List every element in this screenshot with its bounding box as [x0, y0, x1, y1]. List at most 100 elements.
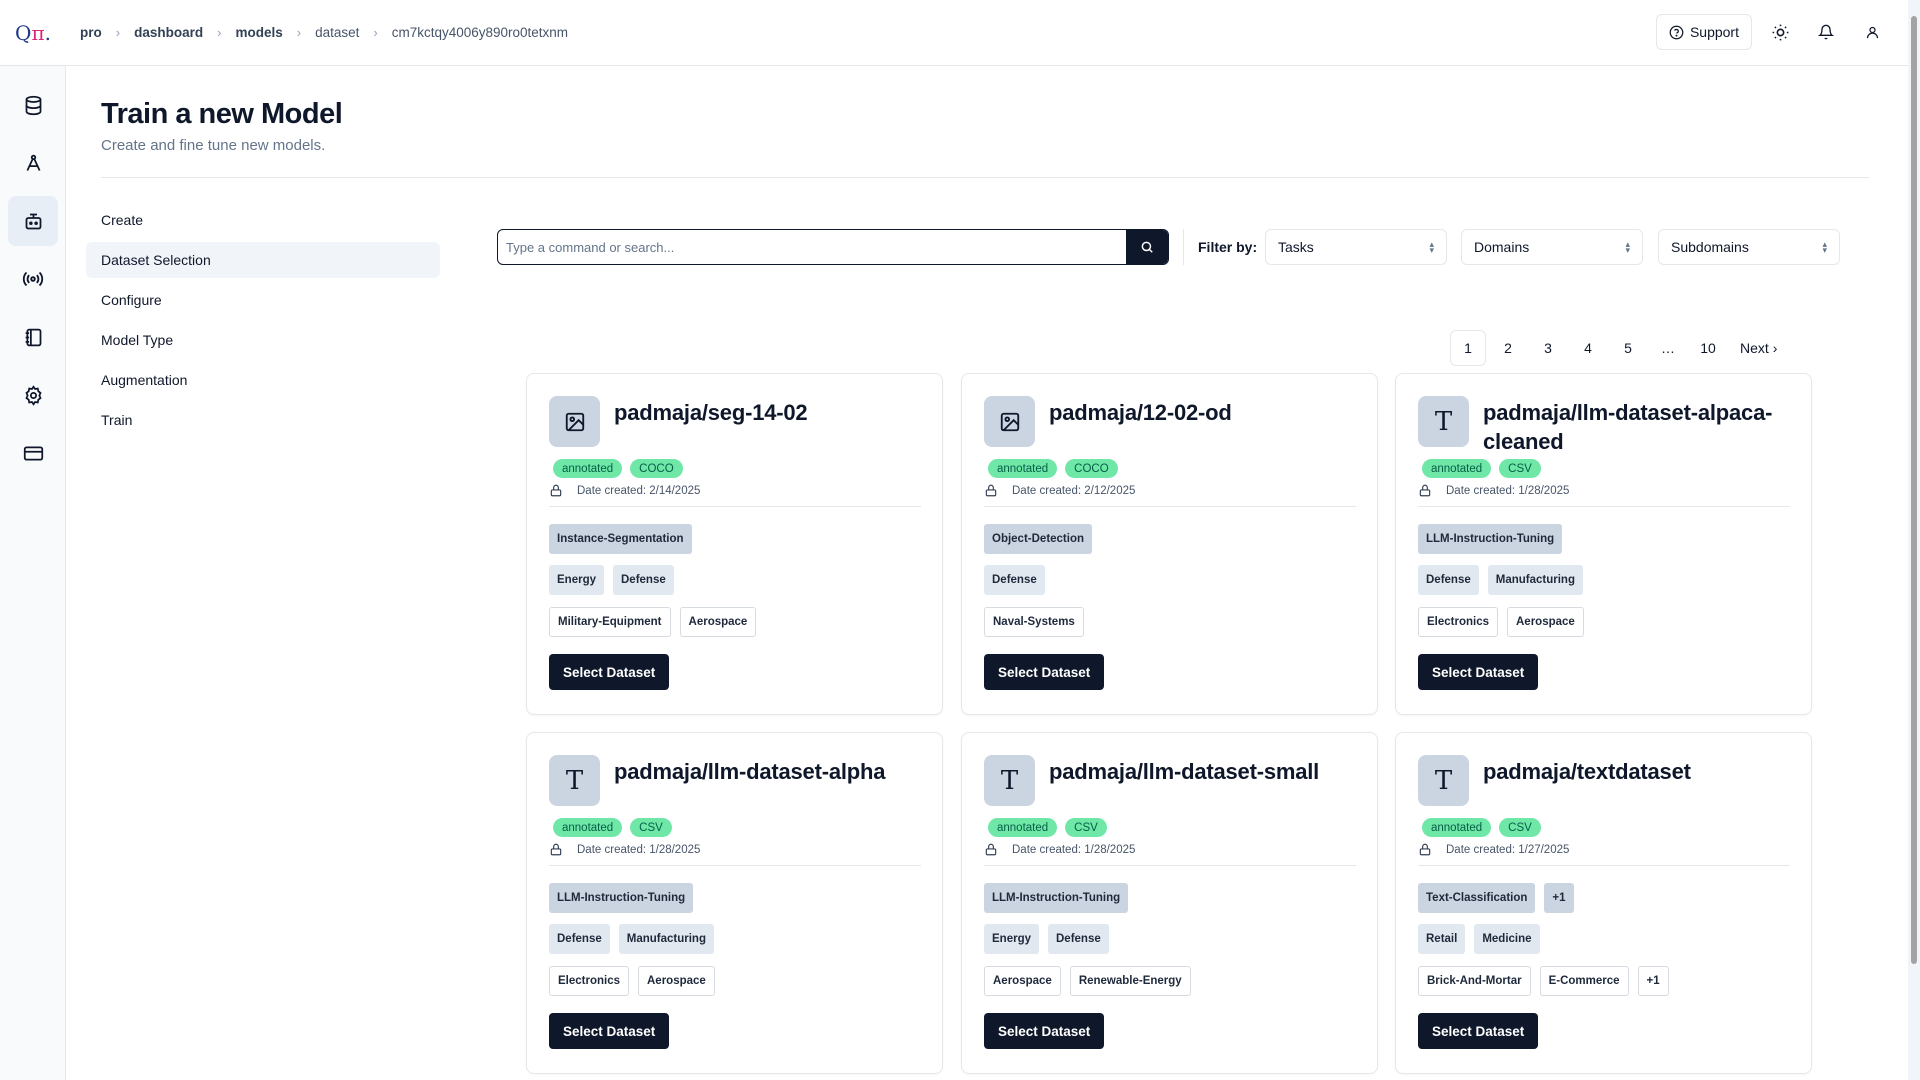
app-logo[interactable]: Qπ.: [0, 0, 66, 66]
subdomains-row: Electronics Aerospace: [549, 966, 715, 996]
lock-icon: [1419, 843, 1431, 856]
subdomain-tag: Aerospace: [1507, 607, 1584, 637]
select-dataset-button[interactable]: Select Dataset: [984, 654, 1105, 690]
domains-row: Energy Defense: [549, 565, 674, 595]
rail-billing[interactable]: [8, 428, 58, 478]
breadcrumb-dashboard[interactable]: dashboard: [134, 25, 203, 40]
page-2[interactable]: 2: [1490, 330, 1526, 366]
page-subtitle: Create and fine tune new models.: [101, 137, 326, 154]
image-icon: [1000, 412, 1019, 431]
card-divider: [1418, 506, 1790, 507]
domain-tag: Manufacturing: [1487, 565, 1583, 595]
domains-row: Defense Manufacturing: [549, 924, 714, 954]
page-5[interactable]: 5: [1610, 330, 1646, 366]
select-dataset-button[interactable]: Select Dataset: [549, 654, 670, 690]
rail-notebooks[interactable]: [8, 312, 58, 362]
dataset-title: padmaja/seg-14-02: [614, 400, 808, 425]
domain-tag: Manufacturing: [618, 924, 714, 954]
theme-toggle-button[interactable]: [1762, 14, 1798, 50]
help-circle-icon: [1669, 25, 1684, 39]
task-tag: Text-Classification: [1418, 883, 1536, 913]
page-10[interactable]: 10: [1690, 330, 1726, 366]
search-input[interactable]: [498, 230, 1126, 264]
lock-icon: [985, 484, 997, 497]
step-configure[interactable]: Configure: [86, 282, 440, 318]
tasks-row: Object-Detection: [984, 524, 1093, 554]
status-badge: CSV: [630, 818, 672, 837]
subdomain-tag: E-Commerce: [1539, 966, 1629, 996]
domains-select[interactable]: Domains ▴ ▾: [1461, 229, 1643, 265]
gear-icon: [24, 384, 42, 406]
date-created: Date created: 1/28/2025: [577, 843, 701, 856]
dataset-type-text: T: [549, 755, 600, 806]
status-badge: annotated: [1422, 459, 1492, 478]
domains-row: Defense: [984, 565, 1045, 595]
subdomain-tag: Aerospace: [638, 966, 715, 996]
dataset-title: padmaja/llm-dataset-small: [1049, 759, 1320, 784]
filter-label: Filter by:: [1198, 239, 1258, 255]
domain-tag: Defense: [984, 565, 1045, 595]
subdomains-select[interactable]: Subdomains ▴ ▾: [1658, 229, 1840, 265]
step-model-type[interactable]: Model Type: [86, 322, 440, 358]
status-badge: COCO: [630, 459, 683, 478]
dataset-title: padmaja/12-02-od: [1049, 400, 1232, 425]
step-dataset-selection[interactable]: Dataset Selection: [86, 242, 440, 278]
support-button[interactable]: Support: [1655, 14, 1752, 50]
dataset-card: Tpadmaja/textdataset annotated CSV Date cre…: [1395, 732, 1812, 1074]
rail-settings[interactable]: [8, 370, 58, 420]
breadcrumb-pro[interactable]: pro: [80, 25, 102, 40]
user-menu-button[interactable]: [1854, 14, 1890, 50]
dataset-type-text: T: [984, 755, 1035, 806]
text-icon: T: [1000, 765, 1019, 796]
dataset-type-image: [549, 396, 600, 447]
scrollbar-thumb[interactable]: [1911, 16, 1917, 964]
page-4[interactable]: 4: [1570, 330, 1606, 366]
status-badge: CSV: [1499, 459, 1541, 478]
date-created: Date created: 1/28/2025: [1012, 843, 1136, 856]
rail-models[interactable]: [8, 196, 58, 246]
step-create[interactable]: Create: [86, 202, 440, 238]
pagination: 1 2 3 4 5 … 10 Next ›: [1450, 330, 1787, 366]
domain-tag: Defense: [1418, 565, 1479, 595]
subdomain-tag: Naval-Systems: [984, 607, 1084, 637]
card-divider: [984, 506, 1356, 507]
status-badge: annotated: [553, 459, 623, 478]
wizard-steps: Create Dataset Selection Configure Model…: [86, 202, 440, 442]
breadcrumb-models[interactable]: models: [235, 25, 282, 40]
select-dataset-button[interactable]: Select Dataset: [1418, 654, 1539, 690]
dataset-card: Tpadmaja/llm-dataset-alpha annotated CSV Da…: [526, 732, 943, 1074]
status-badge: CSV: [1499, 818, 1541, 837]
date-created: Date created: 2/14/2025: [577, 484, 701, 497]
search-button[interactable]: [1126, 230, 1168, 264]
rail-datasets[interactable]: [8, 80, 58, 130]
card-divider: [984, 865, 1356, 866]
filter-separator: [1183, 229, 1184, 265]
page-3[interactable]: 3: [1530, 330, 1566, 366]
dataset-card: Tpadmaja/llm-dataset-alpaca-cleaned annot…: [1395, 373, 1812, 715]
status-badge: COCO: [1065, 459, 1118, 478]
page-ellipsis: …: [1661, 340, 1675, 356]
step-train[interactable]: Train: [86, 402, 440, 438]
step-augmentation[interactable]: Augmentation: [86, 362, 440, 398]
domain-tag: Energy: [984, 924, 1039, 954]
rail-annotate[interactable]: [8, 138, 58, 188]
domain-tag: Defense: [549, 924, 610, 954]
page-title: Train a new Model: [101, 98, 343, 130]
notebook-icon: [25, 328, 41, 346]
breadcrumb-dataset[interactable]: dataset: [315, 25, 359, 40]
select-dataset-button[interactable]: Select Dataset: [984, 1013, 1105, 1049]
database-icon: [25, 95, 41, 115]
subdomain-tag: Electronics: [549, 966, 629, 996]
domain-tag: Retail: [1418, 924, 1466, 954]
notifications-button[interactable]: [1808, 14, 1844, 50]
tasks-select[interactable]: Tasks ▴ ▾: [1265, 229, 1447, 265]
select-dataset-button[interactable]: Select Dataset: [549, 1013, 670, 1049]
rail-deploy[interactable]: [8, 254, 58, 304]
lock-icon: [550, 843, 562, 856]
select-dataset-button[interactable]: Select Dataset: [1418, 1013, 1539, 1049]
task-tag: Instance-Segmentation: [549, 524, 692, 554]
page-1[interactable]: 1: [1450, 330, 1486, 366]
next-page-button[interactable]: Next ›: [1730, 330, 1787, 366]
date-created: Date created: 1/28/2025: [1446, 484, 1570, 497]
page-scrollbar[interactable]: [1908, 0, 1920, 1080]
